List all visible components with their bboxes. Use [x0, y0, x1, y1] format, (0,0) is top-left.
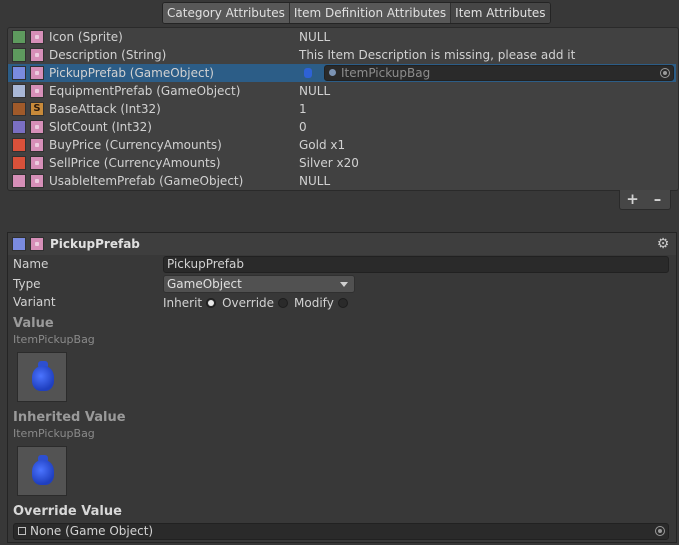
variant-inherit-label: Inherit: [163, 296, 203, 310]
variant-modify-label: Modify: [294, 296, 334, 310]
bag-icon: [32, 455, 54, 485]
attribute-value: NULL: [299, 84, 331, 98]
swatch-letter: S: [33, 103, 41, 114]
attribute-object-field[interactable]: ItemPickupBag: [324, 65, 674, 81]
variant-override[interactable]: Override: [222, 294, 289, 312]
prefab-icon: [329, 69, 336, 76]
source-color-swatch: [30, 30, 44, 44]
list-buttons: + –: [619, 190, 671, 210]
attribute-row[interactable]: SlotCount (Int32) 0: [8, 118, 676, 136]
name-field[interactable]: PickupPrefab: [163, 256, 669, 273]
gear-icon[interactable]: ⚙: [656, 237, 670, 251]
gameobject-icon: [18, 527, 26, 535]
attribute-value: This Item Description is missing, please…: [299, 48, 576, 62]
attribute-label: BaseAttack (Int32): [49, 102, 161, 116]
attribute-row[interactable]: S BaseAttack (Int32) 1: [8, 100, 676, 118]
tab-item-definition-attributes[interactable]: Item Definition Attributes: [289, 3, 452, 23]
value-object-name: ItemPickupBag: [13, 333, 95, 346]
type-color-swatch: [12, 102, 26, 116]
attribute-row[interactable]: EquipmentPrefab (GameObject) NULL: [8, 82, 676, 100]
source-color-swatch: [30, 156, 44, 170]
override-object-field[interactable]: None (Game Object): [13, 523, 669, 540]
attribute-list: Icon (Sprite) NULL Description (String) Thi…: [7, 27, 679, 191]
source-color-swatch: [30, 66, 44, 80]
type-color-swatch: [12, 174, 26, 188]
variant-override-label: Override: [222, 296, 275, 310]
attribute-row[interactable]: Icon (Sprite) NULL: [8, 28, 676, 46]
attribute-label: BuyPrice (CurrencyAmounts): [49, 138, 222, 152]
attribute-tabs: Category Attributes Item Definition Attr…: [162, 2, 551, 24]
value-preview-thumbnail: [17, 352, 67, 402]
type-color-swatch: [12, 66, 26, 80]
attribute-label: Description (String): [49, 48, 167, 62]
value-title: Value: [13, 316, 54, 331]
attribute-label: Icon (Sprite): [49, 30, 123, 44]
type-color-swatch: [12, 48, 26, 62]
attribute-row[interactable]: SellPrice (CurrencyAmounts) Silver x20: [8, 154, 676, 172]
add-attribute-button[interactable]: +: [620, 190, 645, 209]
inherited-object-name: ItemPickupBag: [13, 427, 95, 440]
attribute-label: SlotCount (Int32): [49, 120, 152, 134]
variant-label: Variant: [13, 295, 56, 309]
variant-override-radio[interactable]: [278, 298, 289, 308]
type-dropdown[interactable]: GameObject: [163, 275, 355, 293]
override-value-title: Override Value: [13, 504, 122, 519]
inherited-preview-thumbnail: [17, 446, 67, 496]
attribute-row[interactable]: UsableItemPrefab (GameObject) NULL: [8, 172, 676, 190]
detail-header: PickupPrefab ⚙: [8, 233, 676, 255]
attribute-label: SellPrice (CurrencyAmounts): [49, 156, 221, 170]
variant-radio-group: Inherit Override Modify: [163, 294, 348, 312]
source-color-swatch: [30, 120, 44, 134]
object-picker-icon[interactable]: [655, 526, 665, 536]
attribute-row[interactable]: BuyPrice (CurrencyAmounts) Gold x1: [8, 136, 676, 154]
type-color-swatch: [12, 30, 26, 44]
attribute-value: NULL: [299, 30, 331, 44]
attribute-row[interactable]: Description (String) This Item Descriptio…: [8, 46, 676, 64]
type-dropdown-value: GameObject: [167, 277, 242, 291]
remove-attribute-button[interactable]: –: [645, 190, 670, 209]
attribute-label: EquipmentPrefab (GameObject): [49, 84, 241, 98]
object-picker-icon[interactable]: [660, 68, 670, 78]
variant-inherit-radio[interactable]: [206, 298, 217, 308]
attribute-value: Gold x1: [299, 138, 346, 152]
type-color-swatch: [12, 138, 26, 152]
tab-item-attributes[interactable]: Item Attributes: [451, 3, 550, 23]
attribute-label: UsableItemPrefab (GameObject): [49, 174, 244, 188]
source-color-swatch: [30, 174, 44, 188]
attribute-value: ItemPickupBag: [341, 66, 431, 80]
attribute-value: 0: [299, 120, 307, 134]
type-color-swatch: [12, 156, 26, 170]
source-color-swatch: [30, 84, 44, 98]
type-color-swatch: [12, 84, 26, 98]
type-label: Type: [13, 277, 41, 291]
bag-icon: [32, 361, 54, 391]
inherited-value-title: Inherited Value: [13, 410, 126, 425]
source-color-swatch: [30, 48, 44, 62]
variant-inherit[interactable]: Inherit: [163, 294, 217, 312]
variant-modify[interactable]: Modify: [294, 294, 348, 312]
detail-title: PickupPrefab: [50, 237, 140, 251]
source-color-swatch: [30, 138, 44, 152]
variant-modify-radio[interactable]: [337, 298, 348, 308]
override-object-value: None (Game Object): [30, 524, 154, 538]
source-color-swatch: S: [30, 102, 44, 116]
attribute-value: Silver x20: [299, 156, 359, 170]
type-color-swatch: [12, 120, 26, 134]
name-label: Name: [13, 257, 49, 271]
source-color-swatch: [30, 237, 44, 251]
attribute-label: PickupPrefab (GameObject): [49, 66, 214, 80]
attribute-value: NULL: [299, 174, 331, 188]
attribute-detail-panel: PickupPrefab ⚙ Name PickupPrefab Type Ga…: [7, 232, 677, 543]
chevron-down-icon: [340, 282, 348, 287]
type-color-swatch: [12, 237, 26, 251]
attribute-row[interactable]: PickupPrefab (GameObject) ItemPickupBag: [8, 64, 676, 82]
tab-category-attributes[interactable]: Category Attributes: [163, 3, 290, 23]
attribute-value: 1: [299, 102, 307, 116]
bag-icon: [304, 68, 312, 78]
